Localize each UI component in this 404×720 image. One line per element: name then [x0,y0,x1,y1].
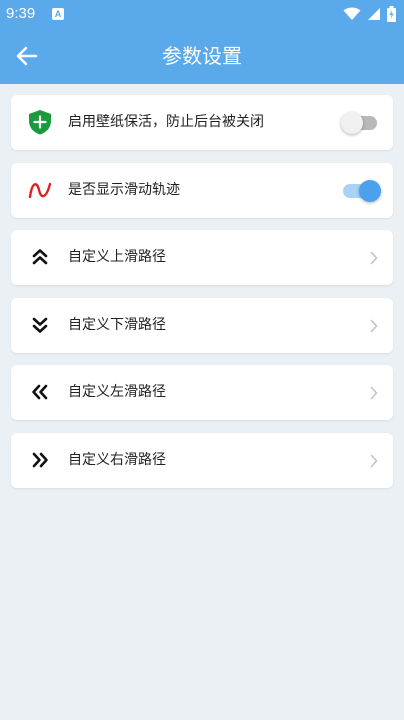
double-chevron-left-icon [32,384,48,400]
notification-app-icon: A [52,8,64,20]
shield-plus-icon [29,110,51,135]
cell-signal-icon [368,8,380,20]
setting-label: 是否显示滑动轨迹 [68,182,180,198]
setting-swipe-right-path[interactable]: 自定义右滑路径 [11,433,393,488]
status-icons [343,6,396,22]
setting-label: 自定义上滑路径 [68,249,166,265]
setting-label: 自定义右滑路径 [68,452,166,468]
double-chevron-right-icon [32,452,48,468]
setting-swipe-up-path[interactable]: 自定义上滑路径 [11,230,393,285]
status-time: 9:39 [6,5,36,22]
toggle-thumb [359,180,381,202]
setting-label: 启用壁纸保活，防止后台被关闭 [68,114,264,130]
wifi-icon [343,7,361,20]
page-title: 参数设置 [162,44,242,68]
setting-label: 自定义左滑路径 [68,384,166,400]
status-bar: 9:39 A [0,0,404,28]
double-chevron-down-icon [32,317,48,333]
setting-swipe-left-path[interactable]: 自定义左滑路径 [11,365,393,420]
chevron-right-icon [370,251,378,265]
chevron-right-icon [370,319,378,333]
chevron-right-icon [370,386,378,400]
setting-keep-alive[interactable]: 启用壁纸保活，防止后台被关闭 [11,95,393,150]
setting-show-trail[interactable]: 是否显示滑动轨迹 [11,163,393,218]
wave-icon [28,182,52,199]
double-chevron-up-icon [32,249,48,265]
chevron-right-icon [370,454,378,468]
app-bar: 参数设置 [0,28,404,84]
battery-icon [387,6,396,22]
setting-label: 自定义下滑路径 [68,317,166,333]
toggle-thumb [341,112,363,134]
setting-swipe-down-path[interactable]: 自定义下滑路径 [11,298,393,353]
keep-alive-toggle[interactable] [341,111,381,135]
show-trail-toggle[interactable] [341,179,381,203]
